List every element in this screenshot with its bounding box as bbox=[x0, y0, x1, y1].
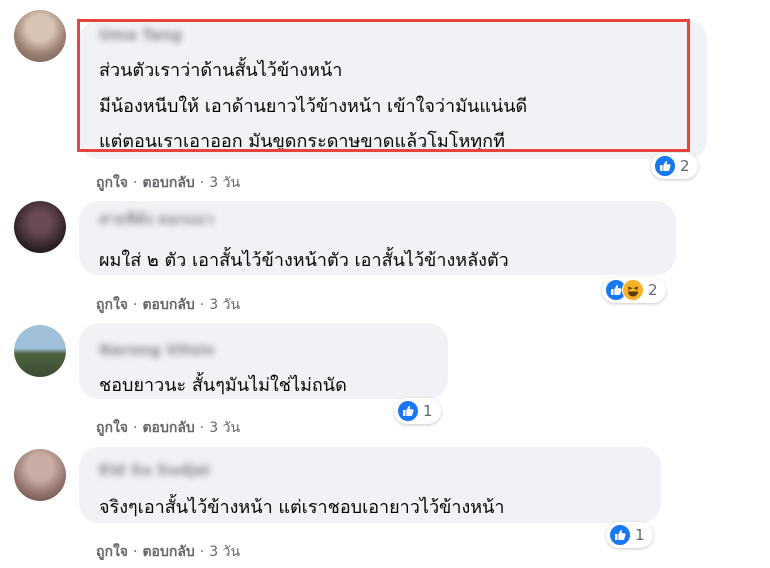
reaction-summary[interactable]: 1 bbox=[394, 398, 441, 424]
reply-link[interactable]: ตอบกลับ bbox=[142, 420, 194, 436]
separator-dot: · bbox=[199, 297, 205, 313]
comment-text-line: ชอบยาวนะ สั้นๆมันไม่ใช่ไม่ถนัด bbox=[99, 375, 347, 396]
separator-dot: · bbox=[133, 297, 138, 313]
separator-dot: · bbox=[199, 420, 205, 436]
comment-actions: ถูกใจ · ตอบกลับ · 3 วัน bbox=[96, 294, 240, 316]
reaction-summary[interactable]: 2 bbox=[602, 277, 666, 303]
comment-text-line: ผมใส่ ๒ ตัว เอาสั้นไว้ข้างหน้าตัว เอาสั้… bbox=[99, 250, 509, 271]
comment-bubble: สายฟ้ดัง ดอกแมว ผมใส่ ๒ ตัว เอาสั้นไว้ข้… bbox=[79, 201, 676, 275]
reaction-count: 1 bbox=[635, 526, 645, 544]
avatar[interactable] bbox=[14, 201, 66, 253]
reaction-count: 2 bbox=[680, 157, 690, 175]
comment-time[interactable]: 3 วัน bbox=[209, 544, 240, 560]
like-link[interactable]: ถูกใจ bbox=[96, 544, 128, 560]
like-icon bbox=[609, 524, 631, 546]
comment-author[interactable]: Narong Vitsin bbox=[99, 341, 214, 359]
separator-dot: · bbox=[133, 544, 138, 560]
comment-time[interactable]: 3 วัน bbox=[209, 175, 240, 191]
comment-time[interactable]: 3 วัน bbox=[209, 297, 240, 313]
comment-actions: ถูกใจ · ตอบกลับ · 3 วัน bbox=[96, 541, 240, 563]
separator-dot: · bbox=[199, 175, 205, 191]
reply-link[interactable]: ตอบกลับ bbox=[142, 297, 194, 313]
comment-author[interactable]: Eid Su Sudjai bbox=[99, 461, 210, 479]
reaction-count: 1 bbox=[423, 402, 433, 420]
like-link[interactable]: ถูกใจ bbox=[96, 175, 128, 191]
reply-link[interactable]: ตอบกลับ bbox=[142, 544, 194, 560]
comment-time[interactable]: 3 วัน bbox=[209, 420, 240, 436]
like-icon bbox=[397, 400, 419, 422]
avatar[interactable] bbox=[14, 449, 66, 501]
reaction-summary[interactable]: 1 bbox=[606, 522, 653, 548]
avatar[interactable] bbox=[14, 10, 66, 62]
like-link[interactable]: ถูกใจ bbox=[96, 297, 128, 313]
separator-dot: · bbox=[133, 420, 138, 436]
highlight-box bbox=[77, 19, 690, 152]
comment-actions: ถูกใจ · ตอบกลับ · 3 วัน bbox=[96, 172, 240, 194]
avatar[interactable] bbox=[14, 325, 66, 377]
reaction-count: 2 bbox=[648, 281, 658, 299]
comment-bubble: Eid Su Sudjai จริงๆเอาสั้นไว้ข้างหน้า แต… bbox=[79, 447, 661, 523]
reaction-summary[interactable]: 2 bbox=[651, 153, 698, 179]
separator-dot: · bbox=[133, 175, 138, 191]
comment-bubble: Narong Vitsin ชอบยาวนะ สั้นๆมันไม่ใช่ไม่… bbox=[79, 323, 448, 399]
comment-text-line: จริงๆเอาสั้นไว้ข้างหน้า แต่เราชอบเอายาวไ… bbox=[99, 497, 505, 518]
comment-author[interactable]: สายฟ้ดัง ดอกแมว bbox=[99, 207, 214, 231]
haha-icon bbox=[622, 279, 644, 301]
like-icon bbox=[654, 155, 676, 177]
separator-dot: · bbox=[199, 544, 205, 560]
comment-actions: ถูกใจ · ตอบกลับ · 3 วัน bbox=[96, 417, 240, 439]
reply-link[interactable]: ตอบกลับ bbox=[142, 175, 194, 191]
like-link[interactable]: ถูกใจ bbox=[96, 420, 128, 436]
